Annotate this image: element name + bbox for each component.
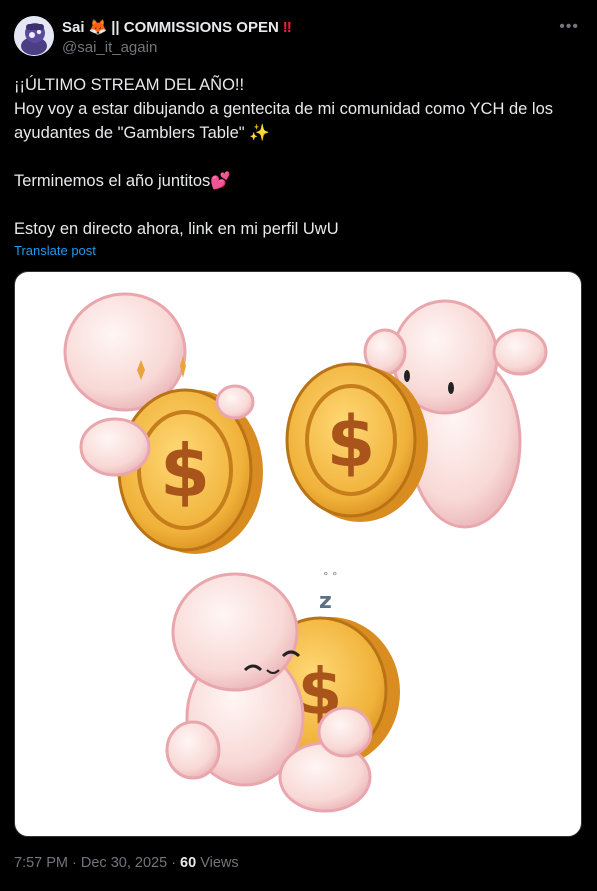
post-line: ¡¡ÚLTIMO STREAM DEL AÑO!! <box>14 76 245 94</box>
character-pushing-coin: $ <box>285 299 548 529</box>
post-line: Estoy en directo ahora, link en mi perfi… <box>14 220 339 238</box>
post-date[interactable]: Dec 30, 2025 <box>81 855 167 871</box>
name-suffix: || COMMISSIONS OPEN <box>111 18 279 36</box>
author-handle[interactable]: @sai_it_again <box>62 39 157 56</box>
character-sleeping: ° ° z Z $ <box>165 570 400 813</box>
author-name-row[interactable]: Sai 🦊 || COMMISSIONS OPEN ‼ <box>62 18 292 37</box>
views-label: Views <box>200 855 239 871</box>
display-name[interactable]: Sai <box>62 19 85 36</box>
post-image[interactable]: $ $ ° ° z Z <box>14 271 582 837</box>
views-count: 60 <box>180 855 197 871</box>
double-exclamation-icon: ‼ <box>282 18 292 36</box>
coin-characters-illustration: $ $ ° ° z Z <box>63 292 548 813</box>
translate-post-link[interactable]: Translate post <box>14 243 96 258</box>
svg-text:° °: ° ° <box>323 570 338 583</box>
svg-text:$: $ <box>160 429 210 513</box>
post-metadata: 7:57 PM · Dec 30, 2025 · 60 Views <box>14 855 239 871</box>
separator: · <box>72 855 81 871</box>
svg-text:z: z <box>319 589 332 614</box>
post-line: Terminemos el año juntitos💕 <box>14 172 231 190</box>
tweet: Sai 🦊 || COMMISSIONS OPEN ‼ @sai_it_agai… <box>0 0 597 891</box>
svg-text:$: $ <box>327 401 376 483</box>
post-time[interactable]: 7:57 PM <box>14 855 68 871</box>
post-text: ¡¡ÚLTIMO STREAM DEL AÑO!! Hoy voy a esta… <box>14 73 584 241</box>
fox-face-icon: 🦊 <box>88 19 108 36</box>
avatar[interactable] <box>14 16 54 56</box>
post-line: Hoy voy a estar dibujando a gentecita de… <box>14 100 553 142</box>
more-options-icon[interactable]: ••• <box>559 18 579 36</box>
character-peeking: $ <box>63 292 263 554</box>
separator: · <box>171 855 181 871</box>
